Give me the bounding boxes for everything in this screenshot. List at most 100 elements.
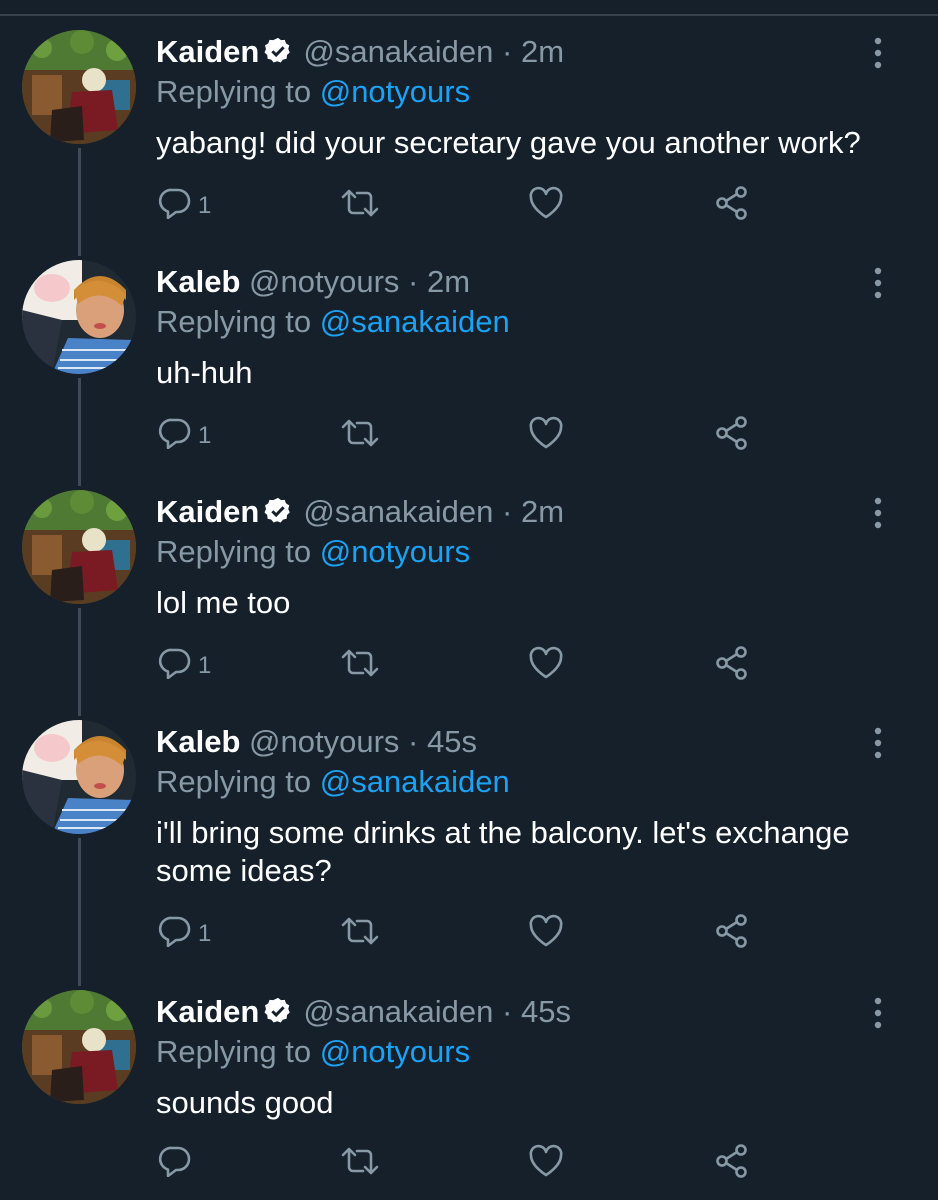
reply-button[interactable] — [158, 1144, 198, 1184]
retweet-icon — [340, 915, 380, 954]
like-button[interactable] — [528, 646, 564, 686]
share-button[interactable] — [714, 645, 750, 688]
handle[interactable]: @sanakaiden — [303, 34, 493, 69]
mention-link[interactable]: @notyours — [320, 1034, 470, 1069]
reply-button[interactable]: 1 — [158, 416, 211, 456]
like-icon — [528, 1144, 564, 1185]
share-icon — [714, 1143, 750, 1186]
timestamp[interactable]: 45s — [427, 724, 477, 759]
display-name[interactable]: Kaiden — [156, 494, 259, 529]
like-button[interactable] — [528, 186, 564, 226]
tweet-header: Kaleb @notyours · 2m — [156, 262, 470, 302]
like-icon — [528, 914, 564, 955]
replying-prefix: Replying to — [156, 534, 312, 569]
display-name[interactable]: Kaiden — [156, 994, 259, 1029]
action-bar — [156, 1143, 776, 1186]
tweet-text: uh-huh — [156, 355, 253, 390]
retweet-button[interactable] — [340, 186, 380, 226]
timestamp[interactable]: 2m — [427, 264, 470, 299]
share-button[interactable] — [714, 1143, 750, 1186]
share-icon — [714, 645, 750, 688]
reply-icon — [158, 417, 192, 456]
more-icon[interactable] — [866, 266, 890, 300]
share-icon — [714, 415, 750, 458]
kaiden-avatar[interactable] — [22, 990, 136, 1104]
share-button[interactable] — [714, 415, 750, 458]
like-button[interactable] — [528, 1144, 564, 1184]
more-icon[interactable] — [866, 996, 890, 1030]
like-icon — [528, 646, 564, 687]
kaiden-avatar[interactable] — [22, 30, 136, 144]
separator: · — [399, 724, 427, 759]
reply-button[interactable]: 1 — [158, 186, 211, 226]
share-button[interactable] — [714, 913, 750, 956]
like-icon — [528, 416, 564, 457]
action-bar: 1 — [156, 645, 776, 688]
display-name[interactable]: Kaleb — [156, 724, 240, 759]
timestamp[interactable]: 2m — [521, 34, 564, 69]
reply-button[interactable]: 1 — [158, 646, 211, 686]
handle[interactable]: @sanakaiden — [303, 994, 493, 1029]
retweet-icon — [340, 647, 380, 686]
like-button[interactable] — [528, 416, 564, 456]
share-icon — [714, 913, 750, 956]
separator: · — [493, 494, 521, 529]
mention-link[interactable]: @notyours — [320, 74, 470, 109]
replying-to: Replying to @notyours — [156, 532, 470, 572]
kaiden-avatar[interactable] — [22, 490, 136, 604]
tweet-text: sounds good — [156, 1085, 334, 1120]
more-icon[interactable] — [866, 726, 890, 760]
kaleb-avatar[interactable] — [22, 260, 136, 374]
timestamp[interactable]: 2m — [521, 494, 564, 529]
kaleb-avatar[interactable] — [22, 720, 136, 834]
tweet-text: lol me too — [156, 585, 291, 620]
replying-to: Replying to @sanakaiden — [156, 302, 510, 342]
thread-line — [78, 838, 81, 986]
display-name[interactable]: Kaleb — [156, 264, 240, 299]
share-icon — [714, 185, 750, 228]
separator: · — [493, 34, 521, 69]
verified-badge-icon — [263, 36, 293, 76]
separator: · — [493, 994, 521, 1029]
retweet-icon — [340, 417, 380, 456]
tweet-text: yabang! did your secretary gave you anot… — [156, 125, 861, 160]
mention-link[interactable]: @sanakaiden — [320, 764, 510, 799]
retweet-icon — [340, 187, 380, 226]
reply-count: 1 — [198, 422, 212, 449]
replying-prefix: Replying to — [156, 764, 312, 799]
top-divider — [0, 14, 938, 16]
more-icon[interactable] — [866, 496, 890, 530]
display-name[interactable]: Kaiden — [156, 34, 259, 69]
tweet-header: Kaleb @notyours · 45s — [156, 722, 477, 762]
verified-badge-icon — [263, 496, 293, 536]
like-button[interactable] — [528, 914, 564, 954]
mention-link[interactable]: @notyours — [320, 534, 470, 569]
reply-icon — [158, 647, 192, 686]
action-bar: 1 — [156, 185, 776, 228]
retweet-button[interactable] — [340, 416, 380, 456]
tweet-header: Kaiden @sanakaiden · 2m — [156, 32, 564, 72]
reply-count: 1 — [198, 652, 212, 679]
verified-badge-icon — [263, 996, 293, 1036]
reply-count: 1 — [198, 920, 212, 947]
mention-link[interactable]: @sanakaiden — [320, 304, 510, 339]
share-button[interactable] — [714, 185, 750, 228]
reply-button[interactable]: 1 — [158, 914, 211, 954]
replying-to: Replying to @notyours — [156, 72, 470, 112]
handle[interactable]: @notyours — [249, 264, 399, 299]
handle[interactable]: @sanakaiden — [303, 494, 493, 529]
handle[interactable]: @notyours — [249, 724, 399, 759]
retweet-button[interactable] — [340, 646, 380, 686]
tweet-header: Kaiden @sanakaiden · 2m — [156, 492, 564, 532]
timestamp[interactable]: 45s — [521, 994, 571, 1029]
replying-prefix: Replying to — [156, 304, 312, 339]
thread-line — [78, 608, 81, 716]
replying-to: Replying to @sanakaiden — [156, 762, 510, 802]
retweet-button[interactable] — [340, 1144, 380, 1184]
reply-icon — [158, 187, 192, 226]
retweet-button[interactable] — [340, 914, 380, 954]
replying-prefix: Replying to — [156, 74, 312, 109]
replying-to: Replying to @notyours — [156, 1032, 470, 1072]
action-bar: 1 — [156, 913, 776, 956]
more-icon[interactable] — [866, 36, 890, 70]
